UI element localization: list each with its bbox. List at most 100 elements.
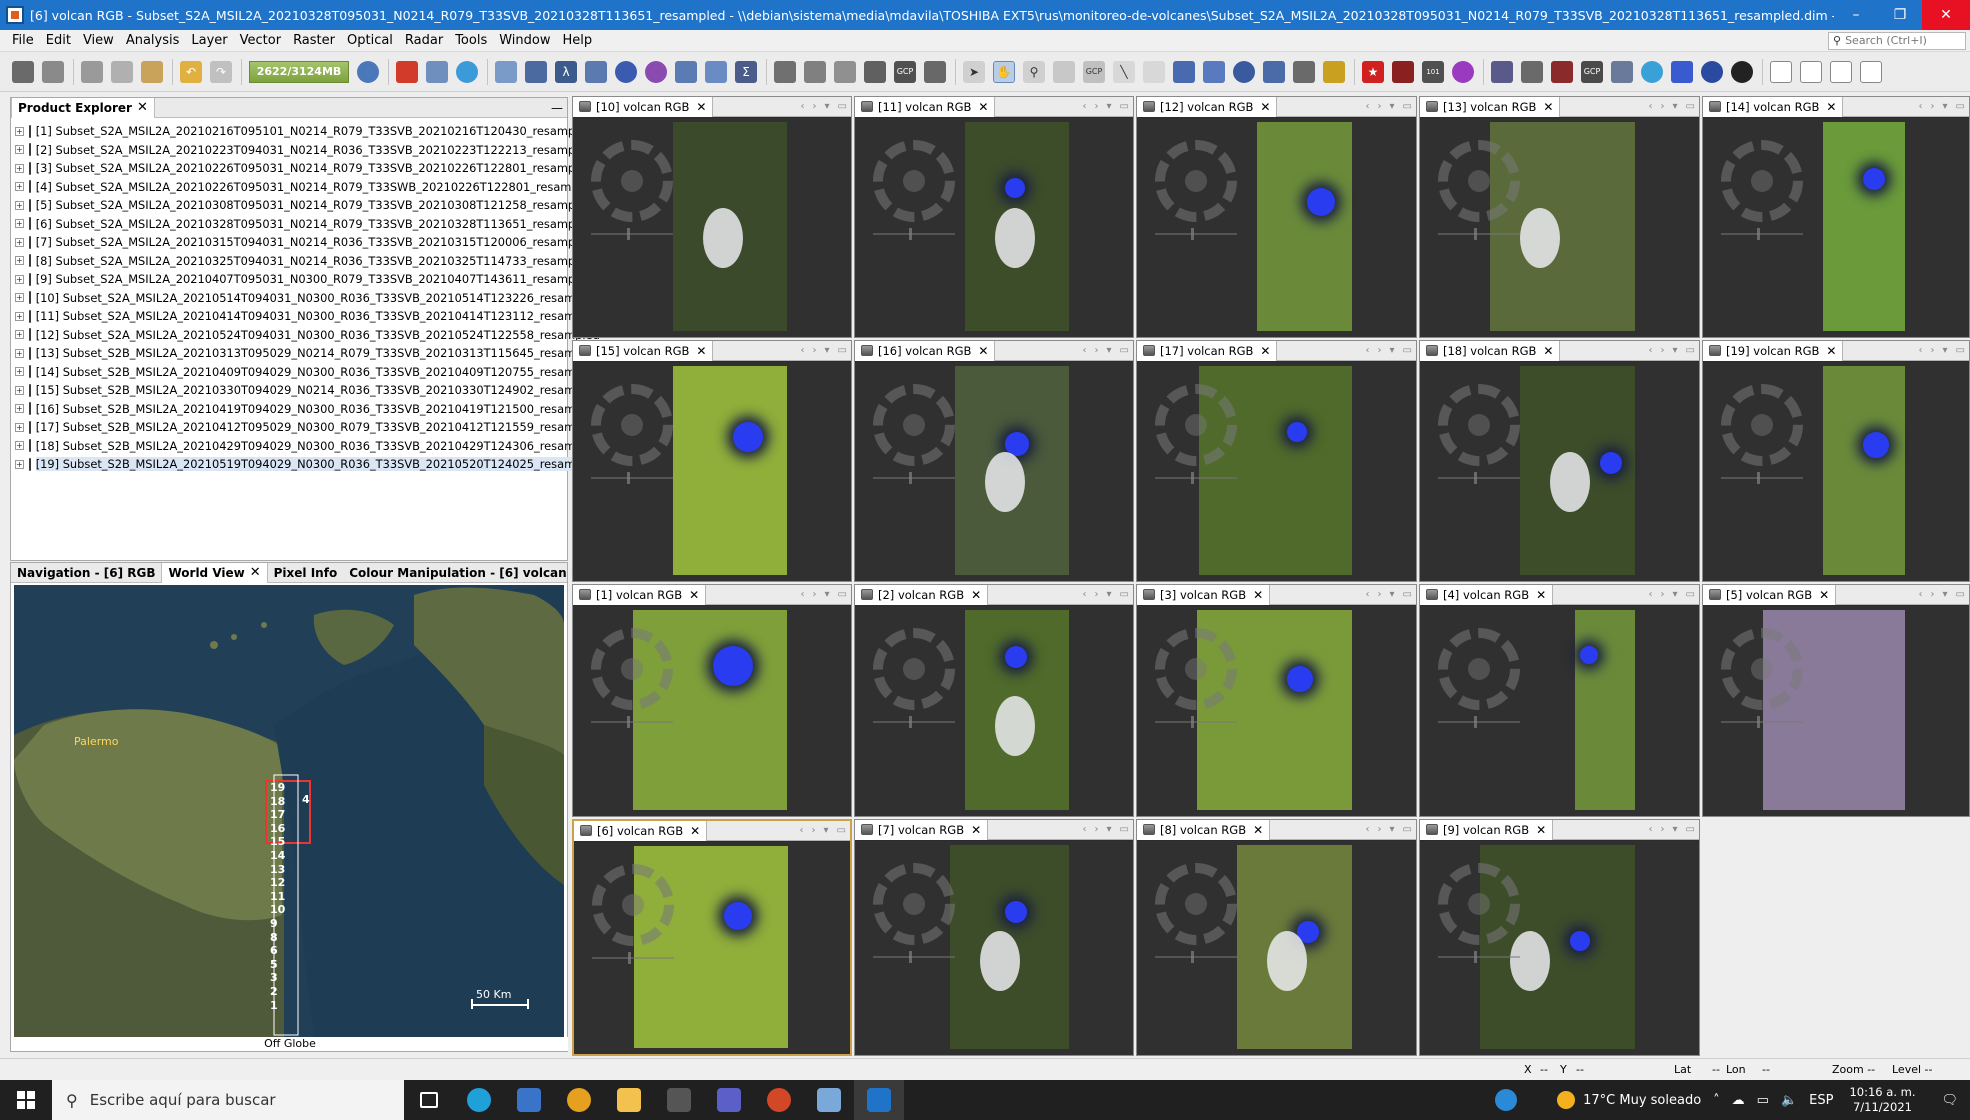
maximize-view-icon[interactable]: ▭ (838, 589, 847, 600)
zoom-slider[interactable] (1155, 228, 1237, 240)
maximize-view-icon[interactable]: ▭ (1120, 101, 1129, 112)
menu-analysis[interactable]: Analysis (120, 33, 186, 48)
chevron-left-icon[interactable]: ‹ (1649, 345, 1653, 356)
close-icon[interactable]: ✕ (250, 565, 261, 580)
maximize-view-icon[interactable]: ▭ (838, 345, 847, 356)
pin-placing-icon[interactable] (1053, 60, 1075, 83)
zoom-slider[interactable] (592, 952, 674, 964)
notification-icon[interactable]: 🗨 (1941, 1093, 1958, 1108)
tile-evenly-icon[interactable] (1770, 60, 1792, 83)
navigation-control-icon[interactable] (1721, 384, 1803, 466)
sar-icon[interactable] (1392, 60, 1414, 83)
chevron-right-icon[interactable]: › (812, 825, 816, 836)
product-item[interactable]: + [6] Subset_S2A_MSIL2A_20210328T095031_N… (15, 215, 593, 234)
maximize-view-icon[interactable]: ▭ (837, 825, 846, 836)
zoom-slider[interactable] (873, 228, 955, 240)
chevron-right-icon[interactable]: › (1661, 824, 1665, 835)
close-icon[interactable]: ✕ (1826, 100, 1836, 114)
close-icon[interactable]: ✕ (971, 823, 981, 837)
image-canvas[interactable] (855, 841, 1133, 1055)
tab-colour-manipulation[interactable]: Colour Manipulation - [6] volcan RGB (343, 563, 605, 583)
range-finder-icon[interactable] (1263, 60, 1285, 83)
product-item[interactable]: + [5] Subset_S2A_MSIL2A_20210308T095031_N… (15, 196, 593, 215)
tab-navigation[interactable]: Navigation - [6] RGB (11, 563, 161, 583)
chevron-right-icon[interactable]: › (1095, 345, 1099, 356)
chevron-right-icon[interactable]: › (1661, 101, 1665, 112)
chevron-down-icon[interactable]: ▾ (1943, 345, 1948, 356)
chevron-down-icon[interactable]: ▾ (1390, 589, 1395, 600)
product-item[interactable]: + [1] Subset_S2A_MSIL2A_20210216T095101_N… (15, 122, 593, 141)
paste-icon[interactable] (141, 60, 163, 83)
image-canvas[interactable] (1420, 118, 1699, 337)
maximize-view-icon[interactable]: ▭ (1686, 589, 1695, 600)
zoom-slider[interactable] (1721, 228, 1803, 240)
zoom-slider[interactable] (873, 716, 955, 728)
undo-icon[interactable]: ↶ (180, 60, 202, 83)
view-tab[interactable]: [1] volcan RGB ✕ (573, 585, 707, 605)
navigation-control-icon[interactable] (1721, 628, 1803, 710)
expand-icon[interactable]: + (15, 219, 24, 229)
close-icon[interactable]: ✕ (971, 588, 981, 602)
close-icon[interactable]: ✕ (1543, 344, 1553, 358)
select-tool-icon[interactable]: ➤ (963, 60, 985, 83)
expand-icon[interactable]: + (15, 182, 24, 192)
world-map-icon[interactable] (1701, 60, 1723, 83)
zoom-slider[interactable] (591, 472, 673, 484)
close-icon[interactable]: ✕ (1253, 823, 1263, 837)
taskbar-search-input[interactable]: ⚲ Escribe aquí para buscar (52, 1080, 404, 1120)
navigation-control-icon[interactable] (1155, 140, 1237, 222)
powerpoint-icon[interactable] (754, 1080, 804, 1120)
expand-icon[interactable]: + (15, 330, 24, 340)
expand-icon[interactable]: + (15, 385, 24, 395)
chevron-down-icon[interactable]: ▾ (1943, 589, 1948, 600)
zoom-slider[interactable] (1155, 951, 1237, 963)
image-canvas[interactable] (573, 362, 851, 581)
pin-manager-icon[interactable] (864, 60, 886, 83)
image-view[interactable]: [1] volcan RGB ✕ ‹ › ▾ ▭ (572, 584, 852, 817)
tab-world-view[interactable]: World View ✕ (161, 562, 268, 583)
polygon-draw-icon[interactable] (1203, 60, 1225, 83)
information-icon[interactable] (615, 60, 637, 83)
menu-layer[interactable]: Layer (185, 33, 233, 48)
menu-raster[interactable]: Raster (287, 33, 341, 48)
image-canvas[interactable] (573, 606, 851, 816)
world-map[interactable]: Palermo 50 Km 19 18 17 16 15 14 13 12 11 10 9 8 6 5 3 2… (14, 585, 564, 1037)
chevron-right-icon[interactable]: › (1661, 345, 1665, 356)
chevron-left-icon[interactable]: ‹ (1083, 589, 1087, 600)
expand-icon[interactable]: + (15, 145, 24, 155)
ellipse-draw-icon[interactable] (1233, 60, 1255, 83)
close-icon[interactable]: ✕ (978, 344, 988, 358)
chevron-down-icon[interactable]: ▾ (1390, 101, 1395, 112)
maximize-view-icon[interactable]: ▭ (1956, 345, 1965, 356)
close-icon[interactable]: ✕ (689, 588, 699, 602)
tab-product-explorer[interactable]: Product Explorer ✕ (11, 97, 155, 118)
cut-icon[interactable] (81, 60, 103, 83)
scatter-plot-icon[interactable] (705, 60, 727, 83)
g-app-icon[interactable] (654, 1080, 704, 1120)
open-product-icon[interactable] (12, 60, 34, 83)
zoom-slider[interactable] (1438, 951, 1520, 963)
image-canvas[interactable] (1420, 362, 1699, 581)
histogram-icon[interactable] (585, 60, 607, 83)
expand-icon[interactable]: + (15, 256, 24, 266)
cluster-icon[interactable] (1452, 60, 1474, 83)
image-view[interactable]: [9] volcan RGB ✕ ‹ › ▾ ▭ (1419, 819, 1700, 1056)
image-view[interactable]: [3] volcan RGB ✕ ‹ › ▾ ▭ (1136, 584, 1417, 817)
chevron-down-icon[interactable]: ▾ (825, 589, 830, 600)
image-canvas[interactable] (1703, 118, 1969, 337)
close-icon[interactable]: ✕ (690, 824, 700, 838)
expand-icon[interactable]: + (15, 163, 24, 173)
geo-coding-icon[interactable] (645, 60, 667, 83)
menu-vector[interactable]: Vector (234, 33, 287, 48)
navigation-control-icon[interactable] (591, 384, 673, 466)
interferogram-icon[interactable] (1551, 60, 1573, 83)
notes-app-icon[interactable] (804, 1080, 854, 1120)
pencil-icon[interactable] (1323, 60, 1345, 83)
view-tab[interactable]: [14] volcan RGB ✕ (1703, 97, 1844, 117)
chevron-down-icon[interactable]: ▾ (1673, 345, 1678, 356)
close-icon[interactable]: ✕ (137, 100, 148, 115)
close-icon[interactable]: ✕ (1260, 344, 1270, 358)
network-icon[interactable]: ▭ (1757, 1093, 1769, 1108)
expand-icon[interactable]: + (15, 367, 24, 377)
close-icon[interactable]: ✕ (696, 344, 706, 358)
